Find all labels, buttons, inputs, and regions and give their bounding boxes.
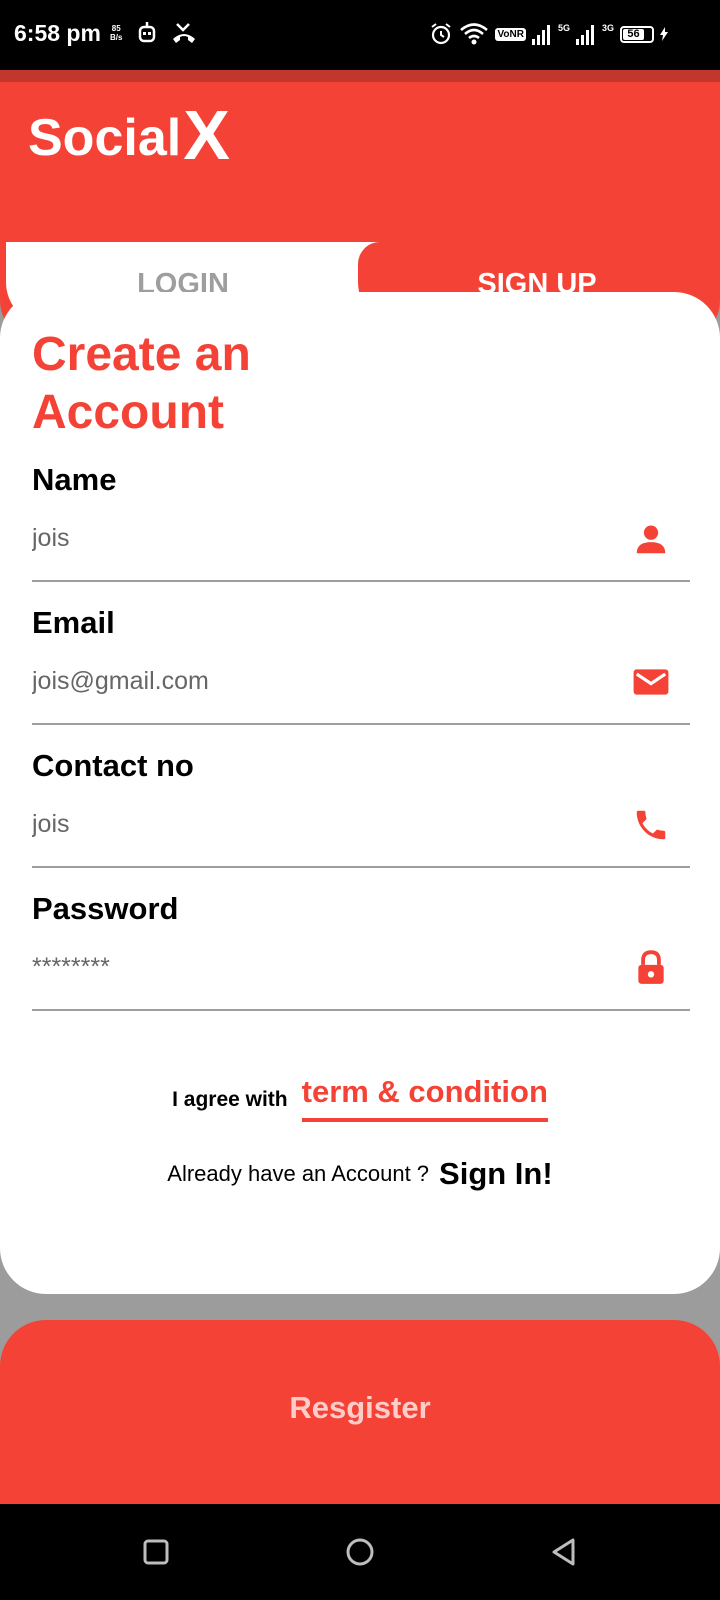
recent-apps-icon[interactable]	[138, 1534, 174, 1570]
app-screen: Social X LOGIN SIGN UP Create an Account…	[0, 70, 720, 1530]
name-field: Name	[32, 462, 690, 608]
password-field: Password	[32, 891, 690, 1037]
home-icon[interactable]	[342, 1534, 378, 1570]
terms-row: I agree with term & condition	[0, 1074, 720, 1122]
network-speed-value: 85	[111, 24, 121, 33]
terms-link[interactable]: term & condition	[301, 1074, 548, 1122]
signin-link[interactable]: Sign In!	[439, 1156, 553, 1192]
app-bar-shadow	[0, 70, 720, 82]
page-title: Create an Account	[32, 328, 251, 439]
name-label: Name	[32, 462, 117, 497]
password-label: Password	[32, 891, 179, 926]
agree-text: I agree with	[172, 1088, 288, 1111]
contact-label: Contact no	[32, 748, 194, 783]
signal-icon	[531, 25, 550, 45]
status-system-icons: VoNR 5G 3G 56	[429, 22, 668, 46]
phone-icon	[636, 810, 666, 840]
wifi-icon	[460, 23, 489, 45]
status-notification-icons	[137, 21, 197, 45]
contact-underline	[32, 866, 690, 868]
back-icon[interactable]	[546, 1534, 582, 1570]
battery-icon: 56	[620, 25, 654, 43]
network-speed-unit: B/s	[110, 33, 123, 42]
status-time: 6:58 pm	[14, 20, 101, 46]
status-bar: 6:58 pm 85 B/s VoNR 5G 3G 56	[0, 0, 720, 70]
register-button[interactable]: Resgister	[0, 1320, 720, 1530]
mail-icon	[633, 669, 669, 695]
password-input[interactable]	[32, 947, 592, 987]
logo-accent: X	[183, 96, 230, 174]
password-underline	[32, 1009, 690, 1011]
vonr-badge: VoNR	[495, 27, 526, 41]
network-speed: 85 B/s	[110, 24, 122, 42]
name-input[interactable]	[32, 518, 592, 558]
battery-level: 56	[623, 28, 644, 40]
already-account-text: Already have an Account ?	[167, 1161, 430, 1186]
email-label: Email	[32, 605, 115, 640]
network-type-1: 5G	[557, 23, 570, 33]
app-logo: Social X	[28, 96, 230, 174]
missed-call-icon	[173, 23, 195, 43]
signal-icon	[575, 25, 594, 45]
navigation-bar	[0, 1504, 720, 1600]
email-underline	[32, 723, 690, 725]
signup-card: Create an Account Name Email Contact no	[0, 292, 720, 1294]
alarm-icon	[431, 23, 452, 45]
charging-icon	[660, 27, 668, 41]
logo-text: Social	[28, 109, 182, 167]
robot-icon	[138, 22, 156, 43]
lock-icon	[638, 950, 664, 984]
contact-input[interactable]	[32, 804, 592, 844]
signin-row: Already have an Account ? Sign In!	[0, 1156, 720, 1192]
email-field: Email	[32, 605, 690, 751]
email-input[interactable]	[32, 661, 592, 701]
contact-field: Contact no	[32, 748, 690, 894]
person-icon	[636, 525, 666, 554]
network-type-2: 3G	[601, 23, 614, 33]
name-underline	[32, 580, 690, 582]
